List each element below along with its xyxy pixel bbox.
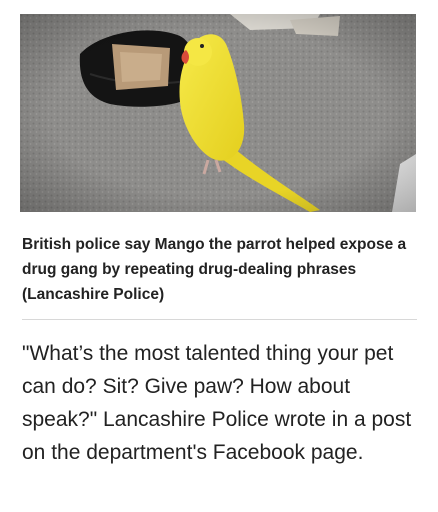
divider: [22, 319, 417, 320]
parrot-photo-illustration: [20, 14, 416, 212]
photo-caption: British police say Mango the parrot help…: [22, 236, 407, 303]
article-photo: [20, 14, 416, 212]
article-paragraph: "What’s the most talented thing your pet…: [22, 342, 412, 464]
photo-vignette: [20, 14, 416, 212]
